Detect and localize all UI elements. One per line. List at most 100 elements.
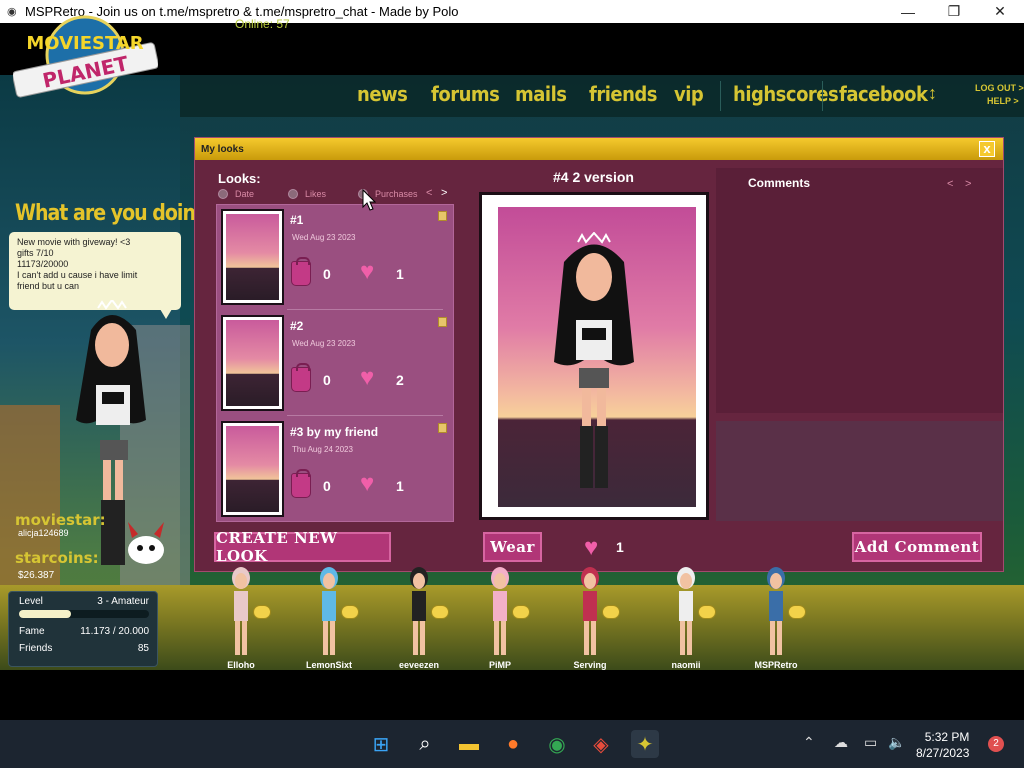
windows-start-icon[interactable]: ⊞: [367, 730, 395, 758]
status-line: 11173/20000: [17, 259, 69, 269]
nav-news[interactable]: news: [357, 82, 408, 106]
chat-bubble-icon[interactable]: [512, 605, 530, 619]
comments-next-button[interactable]: >: [965, 178, 971, 190]
chat-bubble-icon[interactable]: [788, 605, 806, 619]
comments-prev-button[interactable]: <: [947, 178, 953, 190]
chrome-icon[interactable]: ◉: [543, 730, 571, 758]
help-link[interactable]: HELP >: [975, 95, 1024, 108]
friend-name[interactable]: MSPRetro: [741, 660, 811, 670]
system-clock[interactable]: 5:32 PM 8/27/2023: [916, 729, 969, 761]
radio-icon[interactable]: [288, 189, 298, 199]
minimize-button[interactable]: —: [885, 0, 931, 23]
look-date: Wed Aug 23 2023: [292, 339, 356, 348]
nav-divider: [822, 81, 823, 111]
friend-name[interactable]: naomii: [651, 660, 721, 670]
chat-bubble-icon[interactable]: [253, 605, 271, 619]
wear-button[interactable]: Wear: [483, 532, 542, 562]
look-thumbnail[interactable]: [221, 315, 284, 411]
sort-by-likes[interactable]: Likes: [288, 189, 326, 199]
preview-avatar: [554, 232, 634, 488]
clock-date: 8/27/2023: [916, 746, 970, 760]
friend-name[interactable]: Serving: [555, 660, 625, 670]
starcoins-label: starcoins:: [15, 549, 99, 567]
heart-icon: ♥: [584, 534, 599, 561]
notification-badge[interactable]: 2: [988, 736, 1004, 752]
nav-forums[interactable]: forums: [431, 82, 500, 106]
moviestar-name[interactable]: alicja124689: [18, 528, 69, 538]
fame-label: Fame: [19, 626, 45, 637]
level-progress-fill: [19, 610, 71, 618]
look-name: #2: [290, 319, 304, 333]
comments-panel: [716, 168, 1003, 413]
msp-icon[interactable]: ✦: [631, 730, 659, 758]
close-window-button[interactable]: ✕: [977, 0, 1023, 23]
purchase-count: 0: [323, 266, 331, 282]
looks-list: #1 Wed Aug 23 2023 0 ♥ 1 #2 Wed Aug 23 2…: [216, 204, 454, 522]
divider: [287, 415, 443, 416]
nav-vip[interactable]: vip: [674, 82, 704, 106]
player-stats-panel: Level 3 - Amateur Fame 11.173 / 20.000 F…: [8, 591, 158, 667]
moviestar-planet-logo[interactable]: MOVIESTAR PLANET: [13, 15, 158, 100]
look-name: #3 by my friend: [290, 425, 379, 439]
search-icon[interactable]: ⌕: [411, 730, 439, 758]
trash-icon[interactable]: [438, 317, 447, 327]
level-progress-bar: [19, 610, 149, 618]
look-thumbnail[interactable]: [221, 421, 284, 517]
friend-name[interactable]: eeveezen: [384, 660, 454, 670]
status-line: New movie with giveway! <3: [17, 237, 131, 247]
sort-by-date[interactable]: Date: [218, 189, 254, 199]
volume-icon[interactable]: 🔈: [888, 734, 905, 751]
radio-icon[interactable]: [218, 189, 228, 199]
dialog-close-button[interactable]: x: [979, 141, 995, 157]
heart-icon: ♥: [360, 258, 375, 285]
chat-bubble-icon[interactable]: [431, 605, 449, 619]
trash-icon[interactable]: [438, 211, 447, 221]
look-item[interactable]: #3 by my friend Thu Aug 24 2023 0 ♥ 1: [217, 417, 455, 523]
friend-name[interactable]: PiMP: [465, 660, 535, 670]
status-prompt: What are you doing?: [15, 200, 219, 226]
like-count: 1: [396, 478, 404, 494]
status-line: I can't add u cause i have limit: [17, 270, 138, 280]
sort-purchases-label: Purchases: [375, 189, 418, 199]
network-icon[interactable]: ▭: [864, 734, 877, 751]
pet-bunny-icon[interactable]: [122, 520, 170, 568]
status-line: gifts 7/10: [17, 248, 54, 258]
chevron-up-icon[interactable]: ⌃: [803, 734, 815, 751]
look-item[interactable]: #2 Wed Aug 23 2023 0 ♥ 2: [217, 311, 455, 417]
comments-label: Comments: [748, 176, 811, 190]
chat-bubble-icon[interactable]: [341, 605, 359, 619]
sort-date-label: Date: [235, 189, 255, 199]
nav-friends[interactable]: friends: [589, 82, 658, 106]
moviestar-label: moviestar:: [15, 511, 106, 529]
chat-bubble-icon[interactable]: [698, 605, 716, 619]
logout-help-links[interactable]: LOG OUT > HELP >: [975, 82, 1024, 108]
app-icon[interactable]: ◈: [587, 730, 615, 758]
look-thumbnail[interactable]: [221, 209, 284, 305]
fame-value: 11.173 / 20.000: [80, 626, 149, 637]
maximize-button[interactable]: ❐: [931, 0, 977, 23]
clock-time: 5:32 PM: [924, 730, 970, 744]
chat-bubble-icon[interactable]: [602, 605, 620, 619]
logout-link[interactable]: LOG OUT >: [975, 82, 1024, 95]
bubble-tail: [160, 309, 172, 319]
look-item[interactable]: #1 Wed Aug 23 2023 0 ♥ 1: [217, 205, 455, 311]
letterbox-bottom: [0, 670, 1024, 720]
preview-title: #4 2 version: [553, 169, 634, 185]
nav-mails[interactable]: mails: [515, 82, 567, 106]
purchase-count: 0: [323, 478, 331, 494]
cloud-icon[interactable]: ☁: [834, 734, 848, 751]
looks-prev-button[interactable]: <: [426, 187, 432, 199]
nav-facebook[interactable]: facebook: [839, 82, 928, 106]
create-new-look-button[interactable]: CREATE NEW LOOK: [214, 529, 391, 565]
looks-next-button[interactable]: >: [441, 187, 447, 199]
friend-name[interactable]: LemonSixt: [294, 660, 364, 670]
friend-name[interactable]: Elloho: [206, 660, 276, 670]
sort-arrows-icon[interactable]: ↕: [928, 83, 937, 104]
file-explorer-icon[interactable]: ▬: [455, 730, 483, 758]
status-bubble[interactable]: New movie with giveway! <3 gifts 7/10 11…: [9, 232, 181, 310]
add-comment-button[interactable]: Add Comment: [852, 532, 982, 562]
firefox-icon[interactable]: ●: [499, 730, 527, 758]
heart-icon: ♥: [360, 364, 375, 391]
level-label: Level: [19, 596, 43, 607]
trash-icon[interactable]: [438, 423, 447, 433]
